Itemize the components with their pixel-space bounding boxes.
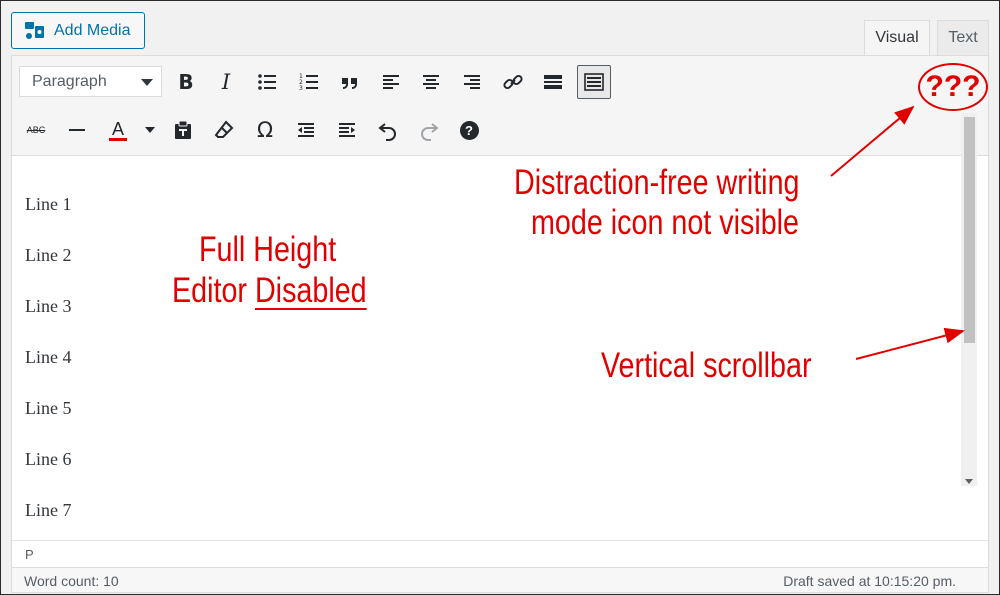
text-color-dropdown[interactable]: [140, 113, 160, 147]
content-line: Line 1: [25, 194, 72, 214]
editor-container: Paragraph B I 123 ABC A Ω ? Line 1 Line …: [11, 55, 989, 569]
editor-screenshot-frame: Add Media Visual Text Paragraph B I 123: [0, 0, 1000, 595]
text-color-icon: A: [108, 120, 127, 141]
align-right-icon: [464, 75, 480, 89]
add-media-icon: [24, 20, 46, 42]
clear-formatting-icon: [214, 120, 234, 138]
content-line: Line 3: [25, 296, 72, 316]
undo-icon: [378, 123, 396, 141]
chevron-down-icon: [141, 79, 153, 86]
read-more-icon: [544, 75, 562, 89]
element-path-bar: P: [12, 540, 988, 568]
annotation-scrollbar: Vertical scrollbar: [601, 346, 812, 385]
scroll-down-arrow-icon[interactable]: [965, 479, 973, 484]
numbered-list-icon: 123: [299, 73, 318, 92]
add-media-label: Add Media: [54, 21, 131, 39]
read-more-button[interactable]: [536, 65, 570, 99]
undo-button[interactable]: [371, 113, 405, 147]
align-center-icon: [423, 75, 439, 89]
toolbar-toggle-icon: [584, 73, 604, 91]
link-button[interactable]: [496, 65, 530, 99]
toolbar-toggle-button[interactable]: [577, 65, 611, 99]
strikethrough-button[interactable]: ABC: [19, 113, 53, 147]
content-line: Line 6: [25, 449, 72, 469]
italic-icon: I: [221, 70, 231, 94]
align-left-button[interactable]: [374, 65, 408, 99]
content-line: Line 7: [25, 500, 72, 520]
annotation-dfw-line2: mode icon not visible: [531, 203, 800, 242]
scrollbar-thumb[interactable]: [964, 117, 975, 343]
redo-button[interactable]: [412, 113, 446, 147]
indent-icon: [339, 123, 355, 137]
help-button[interactable]: ?: [452, 113, 486, 147]
outdent-button[interactable]: [289, 113, 323, 147]
annotation-editor-word: Editor: [172, 271, 247, 310]
editor-content-area[interactable]: Line 1 Line 2 Line 3 Line 4 Line 5 Line …: [12, 157, 988, 540]
bulleted-list-button[interactable]: [250, 65, 284, 99]
draft-saved-status: Draft saved at 10:15:20 pm.: [783, 573, 956, 589]
format-select-value: Paragraph: [32, 72, 107, 90]
word-count: Word count: 10: [24, 573, 119, 589]
svg-text:3: 3: [299, 85, 303, 92]
special-character-icon: Ω: [256, 118, 274, 142]
bold-button[interactable]: B: [169, 65, 203, 99]
paste-as-text-button[interactable]: [166, 113, 200, 147]
italic-button[interactable]: I: [209, 65, 243, 99]
redo-icon: [421, 123, 439, 141]
add-media-button[interactable]: Add Media: [11, 12, 145, 49]
numbered-list-button[interactable]: 123: [292, 65, 326, 99]
content-line: Line 2: [25, 245, 72, 265]
format-select[interactable]: Paragraph: [19, 66, 162, 97]
bulleted-list-icon: [258, 74, 276, 90]
editor-toolbar: Paragraph B I 123 ABC A Ω ?: [12, 56, 988, 156]
text-color-dropdown-icon: [145, 127, 155, 133]
vertical-scrollbar[interactable]: [961, 113, 977, 486]
indent-button[interactable]: [330, 113, 364, 147]
horizontal-line-icon: [69, 129, 85, 131]
annotation-full-height-line1: Full Height: [199, 230, 337, 269]
horizontal-line-button[interactable]: [60, 113, 94, 147]
paste-as-text-icon: [175, 120, 191, 139]
content-line: Line 5: [25, 398, 72, 418]
tab-text[interactable]: Text: [937, 20, 989, 56]
link-icon: [503, 74, 523, 90]
blockquote-icon: [342, 78, 357, 89]
clear-formatting-button[interactable]: [207, 113, 241, 147]
align-left-icon: [383, 75, 399, 89]
missing-icon-callout-ring: ???: [918, 63, 988, 111]
annotation-full-height-line2: Editor Disabled: [172, 271, 367, 311]
strikethrough-icon: ABC: [26, 125, 46, 135]
special-character-button[interactable]: Ω: [248, 113, 282, 147]
align-center-button[interactable]: [414, 65, 448, 99]
outdent-icon: [298, 123, 314, 137]
content-line: Line 4: [25, 347, 72, 367]
help-icon: ?: [459, 120, 479, 140]
annotation-disabled-word: Disabled: [254, 271, 367, 310]
tab-visual[interactable]: Visual: [864, 20, 930, 56]
bold-icon: B: [178, 70, 194, 94]
align-right-button[interactable]: [455, 65, 489, 99]
blockquote-button[interactable]: [333, 65, 367, 99]
element-path[interactable]: P: [25, 547, 34, 562]
status-bar: Word count: 10 Draft saved at 10:15:20 p…: [11, 567, 989, 593]
annotation-dfw-line1: Distraction-free writing: [514, 163, 800, 202]
text-color-button[interactable]: A: [101, 113, 135, 147]
